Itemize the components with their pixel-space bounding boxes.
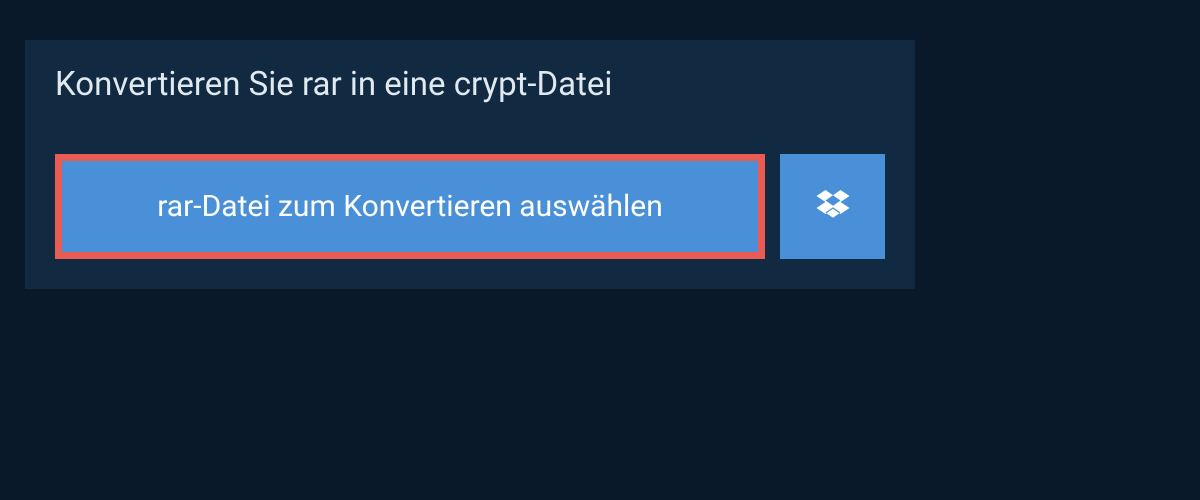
- button-row: rar-Datei zum Konvertieren auswählen: [25, 129, 915, 289]
- select-file-button-label: rar-Datei zum Konvertieren auswählen: [157, 189, 663, 224]
- page-title: Konvertieren Sie rar in eine crypt-Datei: [25, 40, 915, 129]
- dropbox-button[interactable]: [780, 154, 885, 259]
- select-file-button[interactable]: rar-Datei zum Konvertieren auswählen: [55, 154, 765, 259]
- dropbox-icon: [815, 187, 851, 227]
- converter-panel: Konvertieren Sie rar in eine crypt-Datei…: [25, 40, 915, 289]
